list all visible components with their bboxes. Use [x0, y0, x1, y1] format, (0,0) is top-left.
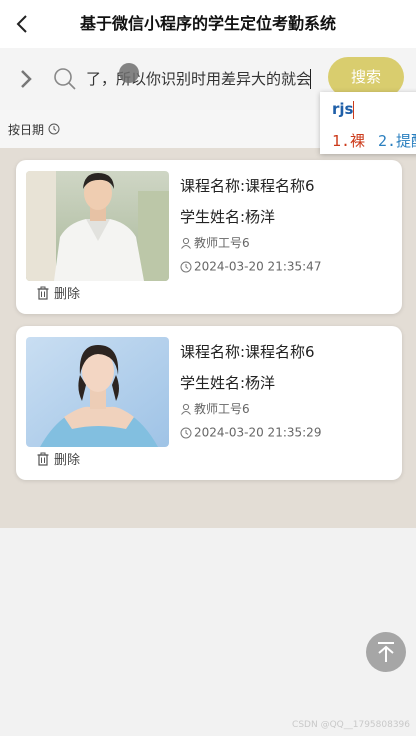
ime-candidate-2[interactable]: 2.提醒: [378, 130, 416, 151]
checkin-time: 2024-03-20 21:35:47: [194, 259, 322, 274]
back-button[interactable]: [8, 8, 40, 40]
course-name: 课程名称:课程名称6: [180, 343, 315, 361]
teacher-id-row: 教师工号6: [180, 400, 250, 418]
checkin-time-row: 2024-03-20 21:35:29: [180, 425, 321, 443]
delete-button[interactable]: 删除: [36, 449, 80, 469]
delete-button[interactable]: 删除: [36, 283, 80, 303]
clock-icon: [48, 123, 60, 135]
ime-composition: rjs: [332, 100, 354, 118]
chevron-right-icon[interactable]: [14, 67, 38, 91]
attendance-list: 课程名称:课程名称6 学生姓名:杨洋 教师工号6 2024-03-20 21:3…: [0, 148, 416, 528]
user-icon: [181, 237, 191, 249]
student-name: 学生姓名:杨洋: [180, 208, 276, 226]
trash-icon: [37, 452, 49, 466]
navbar: 基于微信小程序的学生定位考勤系统: [0, 0, 416, 48]
clock-icon: [180, 261, 192, 272]
back-to-top-button[interactable]: [366, 632, 406, 672]
teacher-id: 教师工号6: [194, 402, 250, 416]
trash-icon: [37, 286, 49, 300]
clock-icon: [180, 427, 192, 438]
attendance-card[interactable]: 课程名称:课程名称6 学生姓名:杨洋 教师工号6 2024-03-20 21:3…: [16, 160, 402, 314]
chevron-left-icon: [16, 15, 27, 33]
date-filter-label: 按日期: [8, 123, 45, 137]
teacher-id: 教师工号6: [194, 236, 250, 250]
ime-candidate-1[interactable]: 1.裸: [332, 130, 365, 151]
delete-label: 删除: [54, 453, 81, 468]
search-button[interactable]: 搜索: [328, 57, 404, 97]
page-title: 基于微信小程序的学生定位考勤系统: [79, 14, 336, 33]
arrow-up-to-top-icon: [378, 642, 394, 662]
student-photo: [26, 171, 169, 281]
checkin-time-row: 2024-03-20 21:35:47: [180, 259, 321, 277]
touch-indicator-dot: [119, 63, 139, 83]
search-icon: [53, 67, 77, 91]
teacher-id-row: 教师工号6: [180, 234, 250, 252]
ime-candidate-popup: rjs 1.裸 2.提醒: [320, 92, 416, 154]
text-caret: [310, 69, 311, 89]
checkin-time: 2024-03-20 21:35:29: [194, 425, 322, 440]
user-icon: [181, 403, 191, 415]
student-name: 学生姓名:杨洋: [180, 374, 276, 392]
attendance-card[interactable]: 课程名称:课程名称6 学生姓名:杨洋 教师工号6 2024-03-20 21:3…: [16, 326, 402, 480]
student-photo: [26, 337, 169, 447]
ime-caret: [353, 101, 354, 119]
watermark: CSDN @QQ__1795808396: [292, 720, 410, 730]
delete-label: 删除: [54, 287, 81, 302]
date-filter[interactable]: 按日期: [0, 110, 320, 148]
course-name: 课程名称:课程名称6: [180, 177, 315, 195]
